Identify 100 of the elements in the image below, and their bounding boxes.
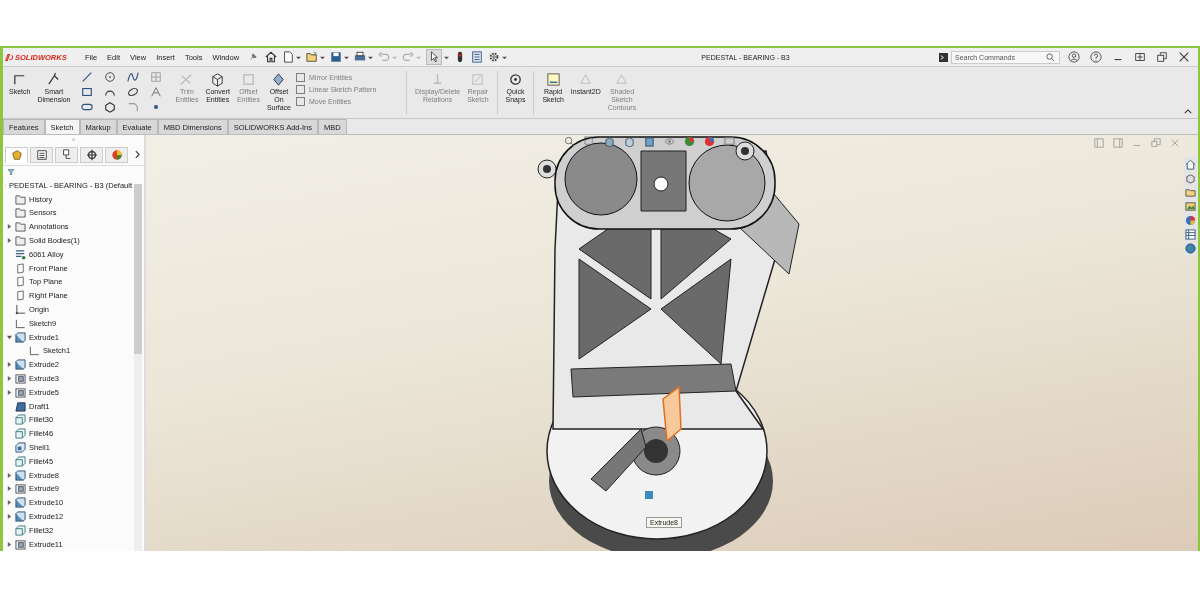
expand-arrow-icon[interactable] <box>7 224 12 230</box>
cube-icon[interactable] <box>1185 173 1196 184</box>
zoom-area-icon[interactable] <box>584 136 595 147</box>
rectangle-icon[interactable] <box>81 86 94 98</box>
text-icon[interactable] <box>150 86 163 98</box>
caret-icon[interactable] <box>344 54 349 60</box>
spline-icon[interactable] <box>127 71 140 83</box>
collapse-arrow-icon[interactable] <box>7 334 12 340</box>
display-style-icon[interactable] <box>644 136 655 147</box>
fillet-icon <box>15 414 26 426</box>
sketch-icon <box>29 345 40 357</box>
appearance-icon[interactable] <box>684 136 695 147</box>
expand-arrow-icon[interactable] <box>7 376 12 382</box>
extrude-icon <box>15 331 26 343</box>
search-icon[interactable] <box>1046 52 1055 62</box>
folder-icon <box>15 221 26 233</box>
draft-icon <box>15 400 26 412</box>
caret-icon[interactable] <box>320 54 325 60</box>
expand-arrow-icon[interactable] <box>7 514 12 519</box>
shell-icon <box>15 442 26 453</box>
sketch-tool-icon <box>578 72 594 87</box>
folder-icon[interactable] <box>1185 187 1196 198</box>
chevron-right-icon[interactable] <box>135 150 140 159</box>
close-icon[interactable] <box>1178 51 1190 63</box>
cut-extrude-icon <box>15 386 26 398</box>
monitor-icon[interactable] <box>724 136 735 147</box>
collapse-ribbon-icon[interactable] <box>1184 109 1192 114</box>
extrude-icon <box>15 359 26 371</box>
panel-tab[interactable] <box>80 146 103 163</box>
new-document-icon[interactable] <box>282 51 294 63</box>
expand-arrow-icon[interactable] <box>7 500 12 506</box>
crosshair-icon <box>85 148 98 161</box>
tile-windows-icon[interactable] <box>1134 51 1146 63</box>
zoom-icon[interactable] <box>564 136 575 147</box>
ellipse-icon[interactable] <box>127 86 140 98</box>
expand-arrow-icon[interactable] <box>7 389 12 395</box>
folder-icon <box>15 193 26 205</box>
expand-arrow-icon[interactable] <box>7 238 12 244</box>
pointer-icon[interactable] <box>426 49 442 65</box>
property-list-icon <box>35 148 48 161</box>
user-icon[interactable] <box>1068 51 1080 63</box>
extrude-icon <box>15 497 26 509</box>
fillet-icon <box>15 428 26 440</box>
appearance-icon <box>110 148 123 161</box>
origin-icon <box>15 304 26 316</box>
help-icon[interactable] <box>1090 51 1102 63</box>
save-icon[interactable] <box>330 51 342 63</box>
snap-icon <box>507 72 523 87</box>
cube-icon <box>210 72 226 87</box>
restore-icon[interactable] <box>1156 51 1168 63</box>
extrude-icon <box>15 511 26 522</box>
mounting-lug <box>735 141 755 161</box>
polygon-icon[interactable] <box>104 101 117 113</box>
picture-icon[interactable] <box>1185 201 1196 212</box>
color-wheel-icon[interactable] <box>1185 215 1196 226</box>
filter-icon[interactable] <box>6 168 16 176</box>
open-folder-icon[interactable] <box>306 51 318 63</box>
caret-icon[interactable] <box>296 54 301 60</box>
fillet-icon <box>15 455 26 467</box>
repair-icon <box>470 72 486 87</box>
table-icon[interactable] <box>1185 229 1196 240</box>
expand-arrow-icon[interactable] <box>7 472 12 478</box>
file-properties-icon[interactable] <box>471 51 483 63</box>
eye-icon[interactable] <box>664 136 675 147</box>
caret-icon[interactable] <box>444 54 449 60</box>
panel-tab[interactable] <box>30 146 53 163</box>
fillet-icon <box>15 524 26 536</box>
extrude-icon <box>15 469 26 481</box>
material-list-icon <box>15 248 26 260</box>
slot-icon[interactable] <box>81 101 94 113</box>
line-icon[interactable] <box>81 71 94 83</box>
plane-icon <box>15 262 26 274</box>
configuration-icon <box>60 148 73 161</box>
folder-icon <box>15 207 26 219</box>
expand-arrow-icon[interactable] <box>7 486 12 492</box>
pin-icon[interactable] <box>249 53 258 61</box>
cut-extrude-icon <box>15 373 26 385</box>
shaded-contour-icon <box>614 72 630 87</box>
settings-icon[interactable] <box>488 51 500 63</box>
caret-icon[interactable] <box>502 54 507 60</box>
circle-icon[interactable] <box>104 71 117 83</box>
command-prompt-icon <box>939 52 948 62</box>
offset-surface-icon <box>271 72 287 87</box>
scene-icon[interactable] <box>704 136 715 147</box>
expand-arrow-icon[interactable] <box>7 541 12 547</box>
sketch-icon <box>15 317 26 329</box>
home-icon[interactable] <box>265 51 277 63</box>
cut-extrude-icon <box>15 483 26 495</box>
folder-icon <box>15 235 26 247</box>
caret-icon[interactable] <box>368 54 373 60</box>
expand-arrow-icon[interactable] <box>7 362 12 368</box>
plane-icon <box>15 290 26 302</box>
panel-grip-icon[interactable] <box>71 138 76 142</box>
globe-icon[interactable] <box>1185 243 1196 254</box>
print-icon[interactable] <box>354 51 366 63</box>
scrollbar[interactable] <box>134 184 142 551</box>
panel-tab[interactable] <box>55 146 78 163</box>
plane-icon <box>15 276 26 288</box>
mounting-lug <box>537 159 557 179</box>
instant-2d-icon <box>545 72 561 87</box>
